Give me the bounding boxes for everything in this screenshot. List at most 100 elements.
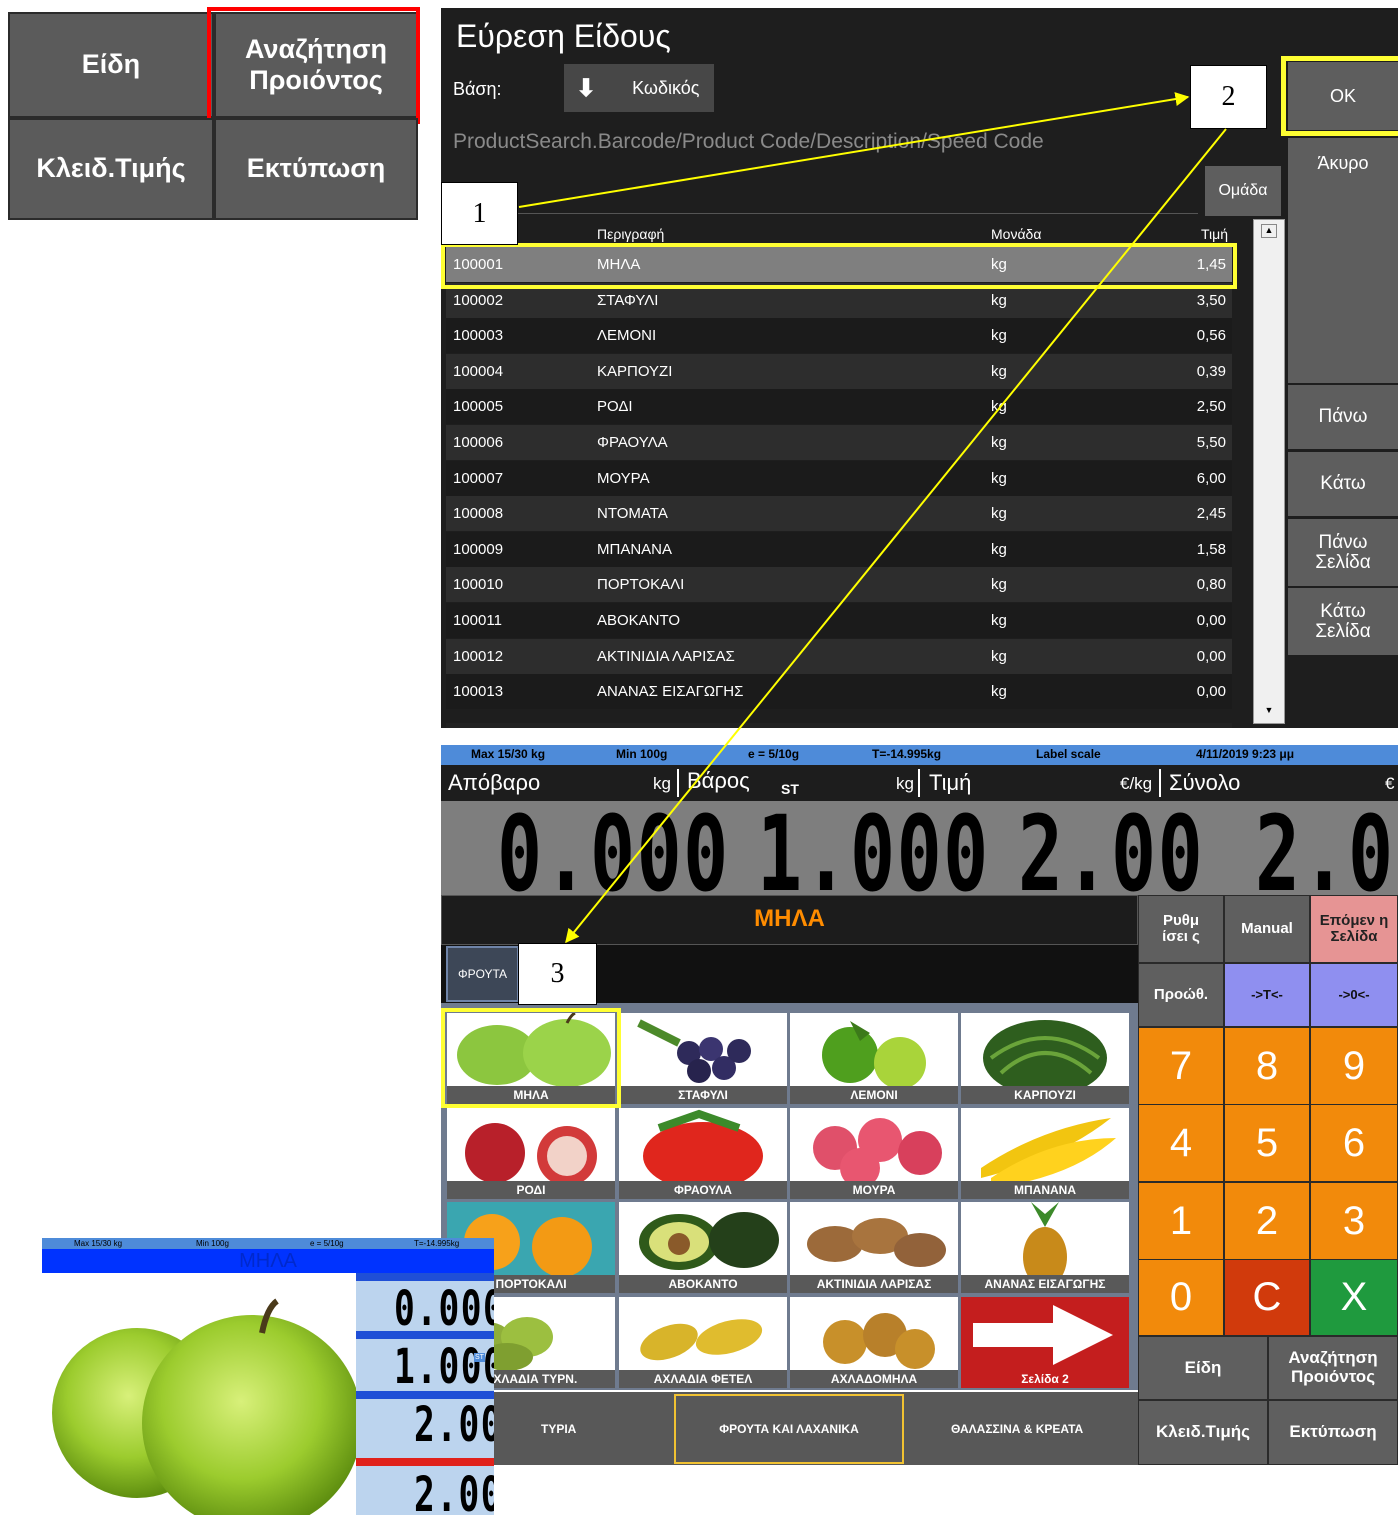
sort-button[interactable]: ⬇ Κωδικός [564, 64, 714, 112]
row-code: 100012 [453, 647, 504, 665]
digit-key[interactable]: 0 [1138, 1259, 1224, 1336]
digit-key[interactable]: 9 [1310, 1027, 1398, 1105]
table-row[interactable]: 100008 ΝΤΟΜΑΤΑ kg 2,45 [446, 496, 1232, 532]
table-row[interactable]: 100003 ΛΕΜΟΝΙ kg 0,56 [446, 318, 1232, 354]
total-value: 2.00 [1255, 801, 1398, 895]
product-tile[interactable]: ΛΕΜΟΝΙ [790, 1013, 958, 1104]
price-key-key[interactable]: Κλειδ.Τιμής [1138, 1400, 1268, 1465]
digit-key[interactable]: 6 [1310, 1104, 1398, 1182]
product-tile[interactable]: ΑΧΛΑΔΙΑ ΦΕΤΕΛ [619, 1297, 787, 1388]
settings-button[interactable]: Ρυθμ ίσει ς [1138, 895, 1224, 963]
group-button[interactable]: Ομάδα [1205, 166, 1281, 216]
table-row[interactable]: 100009 ΜΠΑΝΑΝΑ kg 1,58 [446, 531, 1232, 567]
scroll-down-icon[interactable]: ▼ [1261, 705, 1277, 719]
status-min: Min 100g [616, 747, 668, 761]
category-seafood-meat[interactable]: ΘΑΛΑΣΣΙΝΑ & ΚΡΕΑΤΑ [951, 1422, 1083, 1436]
table-row[interactable]: 100006 ΦΡΑΟΥΛΑ kg 5,50 [446, 425, 1232, 460]
row-unit: kg [991, 362, 1007, 380]
cancel-button[interactable]: Άκυρο [1288, 138, 1398, 383]
divider [1159, 769, 1161, 797]
row-unit: kg [991, 434, 1007, 451]
product-tile[interactable]: ΜΠΑΝΑΝΑ [961, 1108, 1129, 1199]
product-name-bar: ΜΗΛΑ [441, 895, 1138, 945]
up-button[interactable]: Πάνω [1288, 385, 1398, 449]
row-description: ΜΠΑΝΑΝΑ [597, 540, 673, 558]
next-page-tile[interactable]: Σελίδα 2 [961, 1297, 1129, 1388]
print-button[interactable]: Εκτύπωση [214, 118, 418, 220]
page-up-label: Πάνω Σελίδα [1315, 531, 1371, 573]
tare-value: 0.000 [497, 801, 730, 895]
row-unit: kg [991, 469, 1007, 487]
product-tile[interactable]: ΚΑΡΠΟΥΖΙ [961, 1013, 1129, 1104]
product-image [637, 1019, 751, 1083]
tab-fruits[interactable]: ΦΡΟΥΤΑ [446, 946, 519, 1002]
price-key-button[interactable]: Κλειδ.Τιμής [8, 118, 214, 220]
divider [918, 769, 920, 797]
next-page-label: Επόμεν η Σελίδα [1319, 911, 1389, 945]
product-tile-label: ΑΚΤΙΝΙΔΙΑ ΛΑΡΙΣΑΣ [790, 1275, 958, 1293]
items-button[interactable]: Είδη [8, 12, 214, 118]
search-input[interactable] [446, 168, 1198, 214]
digit-key[interactable]: 8 [1224, 1027, 1310, 1105]
row-unit: kg [991, 683, 1007, 701]
page-up-button[interactable]: Πάνω Σελίδα [1288, 519, 1398, 586]
table-row[interactable]: 100005 ΡΟΔΙ kg 2,50 [446, 389, 1232, 425]
digit-key[interactable]: 2 [1224, 1182, 1310, 1260]
weight-unit: kg [896, 774, 914, 793]
table-row[interactable]: 100007 ΜΟΥΡΑ kg 6,00 [446, 460, 1232, 496]
manual-button[interactable]: Manual [1224, 895, 1310, 963]
category-bar: ΤΥΡΙΑ ΦΡΟΥΤΑ ΚΑΙ ΛΑΧΑΝΙΚΑ ΘΑΛΑΣΣΙΝΑ & ΚΡ… [441, 1392, 1138, 1465]
category-fruits-vegetables[interactable]: ΦΡΟΥΤΑ ΚΑΙ ΛΑΧΑΝΙΚΑ [674, 1394, 904, 1464]
divider [677, 769, 679, 797]
row-code: 100007 [453, 469, 504, 487]
zero-key-button[interactable]: ->0<- [1310, 963, 1398, 1027]
product-tile[interactable]: ΑΝΑΝΑΣ ΕΙΣΑΓΩΓΗΣ [961, 1202, 1129, 1293]
product-tile[interactable]: ΑΧΛΑΔΟΜΗΛΑ [790, 1297, 958, 1388]
row-highlight-box [441, 243, 1237, 289]
tare-key-button[interactable]: ->T<- [1224, 963, 1310, 1027]
row-description: ΑΚΤΙΝΙΔΙΑ ΛΑΡΙΣΑΣ [597, 647, 735, 665]
row-description: ΜΟΥΡΑ [597, 469, 650, 487]
digit-key[interactable]: 7 [1138, 1027, 1224, 1105]
row-code: 100004 [453, 362, 504, 380]
product-tile[interactable]: ΦΡΑΟΥΛΑ [619, 1108, 787, 1199]
row-price: 0,56 [1196, 327, 1226, 345]
digit-key[interactable]: 5 [1224, 1104, 1310, 1182]
table-scrollbar[interactable]: ▲ ▼ [1253, 219, 1285, 724]
product-tile[interactable]: ΡΟΔΙ [447, 1108, 615, 1199]
next-page-button[interactable]: Επόμεν η Σελίδα [1310, 895, 1398, 963]
row-price: 2,45 [1196, 505, 1226, 523]
dialog-title: Εύρεση Είδους [456, 18, 671, 54]
product-tile[interactable]: ΑΚΤΙΝΙΔΙΑ ΛΑΡΙΣΑΣ [790, 1202, 958, 1293]
table-row[interactable]: 100013 ΑΝΑΝΑΣ ΕΙΣΑΓΩΓΗΣ kg 0,00 [446, 674, 1232, 710]
product-tile[interactable]: ΑΒΟΚΑΝΤΟ [619, 1202, 787, 1293]
down-button[interactable]: Κάτω [1288, 452, 1398, 516]
table-row[interactable]: 100004 ΚΑΡΠΟΥΖΙ kg 0,39 [446, 353, 1232, 389]
category-cheese[interactable]: ΤΥΡΙΑ [541, 1422, 576, 1436]
scroll-up-icon[interactable]: ▲ [1261, 224, 1277, 238]
search-hint: ProductSearch.Barcode/Product Code/Descr… [453, 130, 1044, 153]
product-tile[interactable]: ΣΤΑΦΥΛΙ [619, 1013, 787, 1104]
table-row[interactable]: 100010 ΠΟΡΤΟΚΑΛΙ kg 0,80 [446, 567, 1232, 603]
digit-key[interactable]: 1 [1138, 1182, 1224, 1260]
cancel-key[interactable]: X [1310, 1259, 1398, 1336]
red-highlight-box [207, 7, 420, 124]
items-label: Είδη [81, 49, 141, 80]
product-tile[interactable]: ΜΟΥΡΑ [790, 1108, 958, 1199]
table-row[interactable]: 100011 ΑΒΟΚΑΝΤΟ kg 0,00 [446, 603, 1232, 638]
print-key[interactable]: Εκτύπωση [1268, 1400, 1398, 1465]
row-description: ΑΒΟΚΑΝΤΟ [597, 612, 681, 629]
row-code: 100002 [453, 291, 504, 309]
preview-status-bar: Max 15/30 kg Min 100g e = 5/10g T=-14.99… [42, 1238, 494, 1249]
product-search-key[interactable]: Αναζήτηση Προιόντος [1268, 1336, 1398, 1400]
digit-key[interactable]: 4 [1138, 1104, 1224, 1182]
clear-key[interactable]: C [1224, 1259, 1310, 1336]
page-down-button[interactable]: Κάτω Σελίδα [1288, 588, 1398, 655]
preview-st: ST [474, 1353, 485, 1362]
row-price: 1,58 [1196, 540, 1226, 558]
row-price: 6,00 [1196, 469, 1226, 487]
items-key[interactable]: Είδη [1138, 1336, 1268, 1400]
table-row[interactable]: 100012 ΑΚΤΙΝΙΔΙΑ ΛΑΡΙΣΑΣ kg 0,00 [446, 638, 1232, 674]
digit-key[interactable]: 3 [1310, 1182, 1398, 1260]
preset-button[interactable]: Προώθ. [1138, 963, 1224, 1027]
